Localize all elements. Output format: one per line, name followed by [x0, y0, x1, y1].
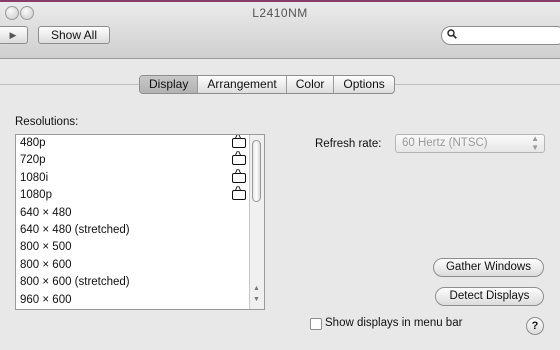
resolution-label: 640 × 480 — [20, 206, 72, 219]
resolution-label: 480p — [20, 137, 46, 149]
refresh-rate-value: 60 Hertz (NTSC) — [402, 137, 488, 149]
tab-bar: Display Arrangement Color Options — [139, 75, 395, 94]
list-scrollbar[interactable]: ▲ ▼ — [249, 135, 264, 309]
title-bar: L2410NM ▶ Show All — [0, 0, 560, 59]
resolution-label: 1080p — [20, 189, 52, 202]
resolution-label: 800 × 500 — [20, 241, 72, 254]
gather-windows-button[interactable]: Gather Windows — [433, 258, 544, 277]
window-title: L2410NM — [252, 6, 308, 20]
tab-options[interactable]: Options — [334, 76, 393, 93]
show-displays-checkbox[interactable] — [310, 318, 322, 330]
tab-arrangement[interactable]: Arrangement — [198, 76, 287, 93]
tv-icon — [232, 138, 246, 148]
tv-icon — [232, 155, 246, 166]
resolution-label: 800 × 600 (stretched) — [20, 276, 130, 289]
help-button[interactable]: ? — [526, 317, 544, 335]
resolution-label: 720p — [20, 154, 46, 167]
refresh-rate-select[interactable]: 60 Hertz (NTSC) ▲ ▼ — [395, 134, 545, 153]
resolution-row[interactable]: 1080i — [16, 170, 264, 187]
search-field[interactable] — [441, 26, 560, 45]
resolutions-list[interactable]: 480p 720p 1080i 1080p 640 × 480 640 × 480 (st… — [15, 134, 265, 310]
resolution-row[interactable]: 640 × 480 (stretched) — [16, 222, 264, 239]
resolution-label: 960 × 600 — [20, 293, 72, 306]
forward-button[interactable]: ▶ — [0, 26, 28, 44]
show-all-button[interactable]: Show All — [38, 26, 110, 44]
resolution-row[interactable]: 480p — [16, 135, 264, 152]
resolution-row[interactable]: 1080p — [16, 187, 264, 204]
scroll-up-arrow-icon[interactable]: ▲ — [253, 285, 260, 292]
tab-display[interactable]: Display — [140, 76, 199, 93]
resolution-row[interactable]: 720p — [16, 152, 264, 169]
scrollbar-thumb[interactable] — [252, 140, 261, 202]
resolutions-label: Resolutions: — [15, 116, 79, 128]
tv-icon — [232, 190, 246, 201]
resolution-label: 800 × 600 — [20, 258, 72, 271]
detect-displays-button[interactable]: Detect Displays — [435, 287, 544, 306]
tab-color[interactable]: Color — [287, 76, 335, 93]
resolution-row[interactable]: 960 × 600 — [16, 292, 264, 309]
resolution-label: 640 × 480 (stretched) — [20, 223, 130, 236]
resolution-row[interactable]: 800 × 500 — [16, 239, 264, 256]
forward-icon: ▶ — [9, 29, 17, 40]
tv-icon — [232, 172, 246, 183]
resolution-row[interactable]: 800 × 600 (stretched) — [16, 274, 264, 291]
resolution-row[interactable]: 800 × 600 — [16, 257, 264, 274]
refresh-rate-label: Refresh rate: — [315, 138, 382, 150]
stepper-arrows-icon: ▲ ▼ — [531, 134, 539, 152]
resolution-label: 1080i — [20, 171, 49, 184]
top-accent-line — [0, 0, 560, 2]
scroll-down-arrow-icon[interactable]: ▼ — [253, 296, 260, 303]
show-displays-label[interactable]: Show displays in menu bar — [325, 317, 462, 329]
magnifier-icon — [447, 29, 457, 42]
resolution-row[interactable]: 640 × 480 — [16, 205, 264, 222]
